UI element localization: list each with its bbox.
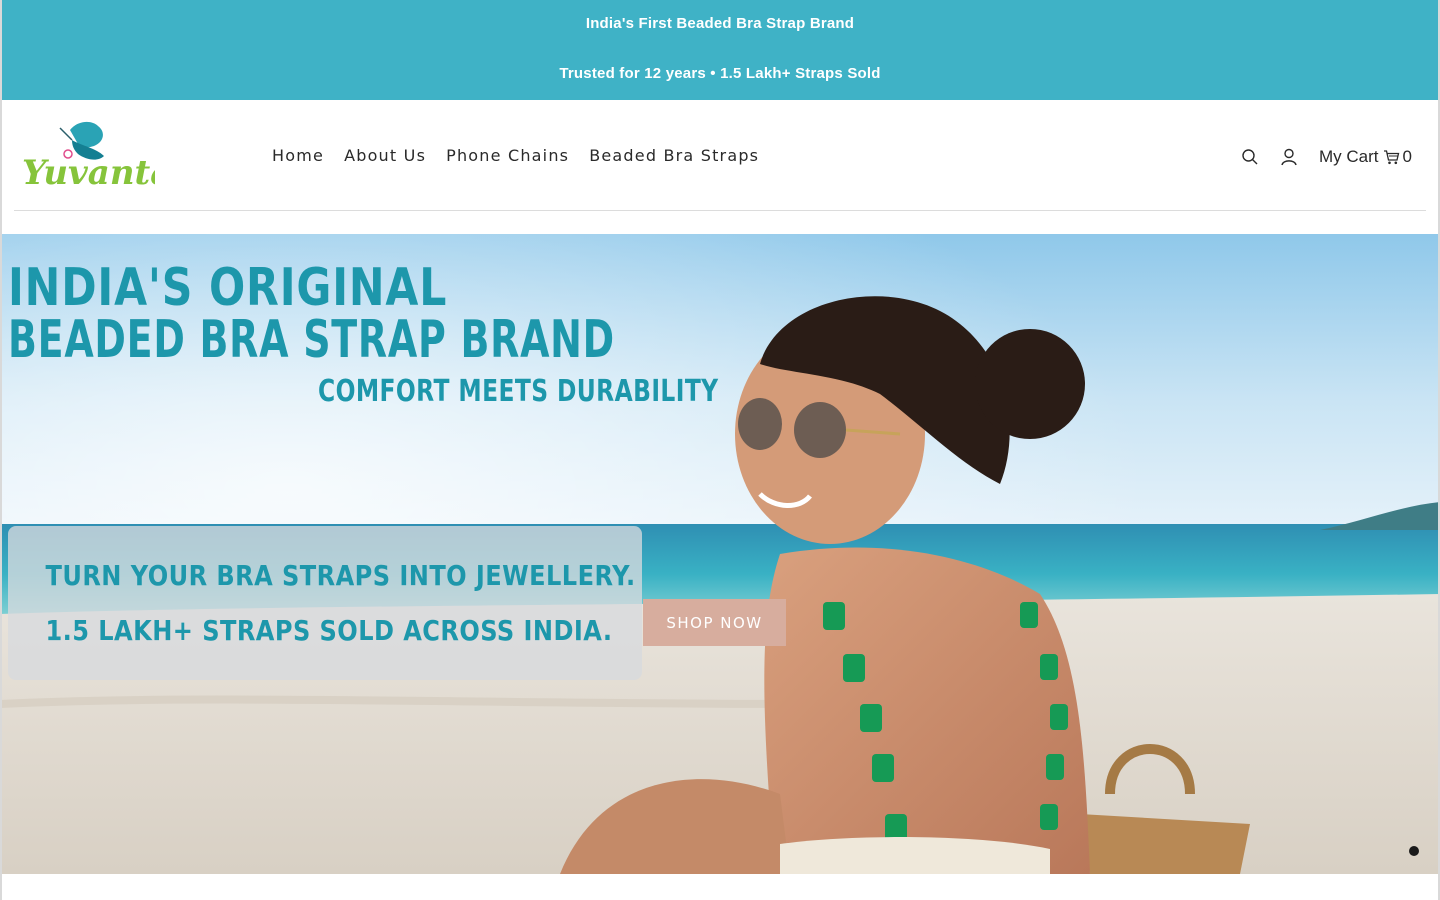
cart-count: 0 [1402,147,1412,166]
header-divider [14,210,1426,211]
shop-now-button[interactable]: SHOP NOW [643,599,786,646]
nav-about-us[interactable]: About Us [344,146,426,165]
cart-label: My Cart [1319,147,1379,166]
announcement-bar: India's First Beaded Bra Strap Brand Tru… [0,0,1440,100]
search-button[interactable] [1238,144,1262,170]
header-actions: My Cart 0 [1238,144,1412,170]
announcement-line-1: India's First Beaded Bra Strap Brand [585,15,855,32]
nav-beaded-bra-straps[interactable]: Beaded Bra Straps [589,146,759,165]
nav-home[interactable]: Home [272,146,324,165]
announcement-line-2: Trusted for 12 years • 1.5 Lakh+ Straps … [559,65,881,82]
hero-headline-line-1: INDIA'S ORIGINAL [8,258,448,318]
frame-border-left [0,0,2,900]
butterfly-logo-icon: Yuvanta [22,121,172,193]
nav-phone-chains[interactable]: Phone Chains [446,146,569,165]
hero-promo-panel [8,526,642,680]
hero-promo-line-2: 1.5 LAKH+ STRAPS SOLD ACROSS INDIA. [45,614,613,647]
account-button[interactable] [1277,144,1301,170]
hero-promo-line-1: TURN YOUR BRA STRAPS INTO JEWELLERY. [45,559,636,592]
cart-icon [1383,149,1400,165]
yuvanta-logo[interactable]: Yuvanta [20,118,172,194]
cart-button[interactable]: My Cart 0 [1319,147,1412,167]
slideshow-dot[interactable] [1409,846,1419,856]
hero-subheading: COMFORT MEETS DURABILITY [318,374,719,409]
svg-text:Yuvanta: Yuvanta [22,153,155,193]
hero-headline-line-2: BEADED BRA STRAP BRAND [8,310,615,370]
user-icon [1281,148,1297,166]
search-icon [1242,149,1258,165]
main-nav: Home About Us Phone Chains Beaded Bra St… [272,146,759,165]
